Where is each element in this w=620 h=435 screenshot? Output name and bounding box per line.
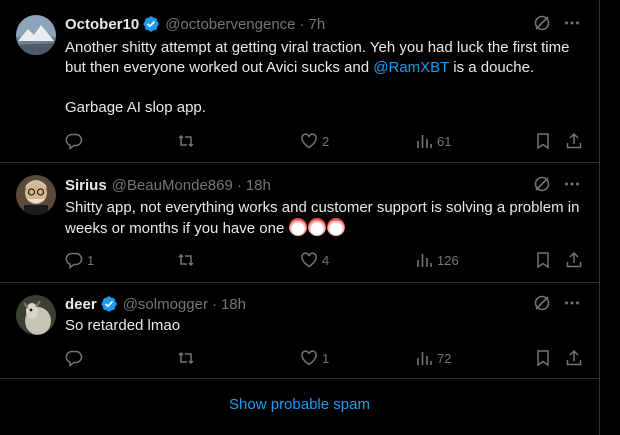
heart-icon: [300, 349, 318, 367]
views-button[interactable]: 126: [415, 250, 459, 270]
views-count: 61: [437, 133, 452, 149]
clown-face-icon: [308, 218, 327, 236]
timeline-column: October10 @octobervengence · 7h Another …: [0, 0, 600, 435]
heart-icon: [300, 132, 318, 150]
tweet[interactable]: Sirius @BeauMonde869 · 18h Shitty app, n…: [0, 162, 599, 283]
display-name[interactable]: deer: [65, 296, 97, 313]
views-chart-icon: [415, 132, 433, 150]
reply-icon: [65, 251, 83, 269]
bookmark-button[interactable]: [534, 348, 552, 368]
share-button[interactable]: [565, 250, 583, 270]
scrollbar[interactable]: [603, 0, 620, 435]
reply-count: 1: [87, 252, 95, 268]
retweet-button[interactable]: [177, 348, 199, 368]
separator-dot: ·: [236, 176, 242, 194]
timestamp[interactable]: 18h: [221, 296, 246, 313]
like-count: 2: [322, 133, 330, 149]
timestamp[interactable]: 7h: [309, 16, 326, 33]
tweet-text: Shitty app, not everything works and cus…: [65, 198, 585, 239]
views-chart-icon: [415, 349, 433, 367]
views-button[interactable]: 61: [415, 131, 451, 151]
tweet-header: October10 @octobervengence · 7h: [65, 14, 325, 34]
grok-icon[interactable]: [533, 175, 551, 198]
verified-badge-icon: [100, 295, 118, 313]
clown-face-icon: [289, 218, 308, 236]
retweet-icon: [177, 132, 195, 150]
share-icon: [565, 132, 583, 150]
mention-link[interactable]: @RamXBT: [373, 59, 449, 76]
tweet-header: Sirius @BeauMonde869 · 18h: [65, 175, 271, 195]
tweet-text-part: is a douche.: [449, 59, 535, 76]
share-icon: [565, 251, 583, 269]
user-handle[interactable]: @BeauMonde869: [112, 177, 233, 194]
reply-button[interactable]: [65, 131, 87, 151]
views-count: 126: [437, 252, 459, 268]
grok-icon[interactable]: [533, 14, 551, 37]
more-options-icon[interactable]: [563, 14, 581, 37]
share-button[interactable]: [565, 131, 583, 151]
grok-icon[interactable]: [533, 294, 551, 317]
timestamp[interactable]: 18h: [246, 177, 271, 194]
avatar[interactable]: [16, 175, 56, 215]
retweet-icon: [177, 349, 195, 367]
like-button[interactable]: 1: [300, 348, 329, 368]
like-count: 4: [322, 252, 330, 268]
bookmark-icon: [534, 132, 552, 150]
tweet-header-actions: [533, 14, 581, 37]
show-probable-spam-link[interactable]: Show probable spam: [0, 389, 599, 421]
separator-dot: ·: [299, 15, 305, 33]
like-button[interactable]: 2: [300, 131, 329, 151]
tweet-text-paragraph: Garbage AI slop app.: [65, 99, 206, 116]
tweet[interactable]: deer @solmogger · 18h So retarded lmao 1…: [0, 282, 599, 379]
avatar[interactable]: [16, 15, 56, 55]
user-handle[interactable]: @solmogger: [123, 296, 208, 313]
tweet-header: deer @solmogger · 18h: [65, 294, 246, 314]
tweet-text-part: So retarded lmao: [65, 317, 181, 334]
bookmark-button[interactable]: [534, 131, 552, 151]
more-options-icon[interactable]: [563, 294, 581, 317]
tweet-actions: 2 61: [65, 131, 585, 151]
display-name[interactable]: Sirius: [65, 177, 107, 194]
separator-dot: ·: [211, 295, 217, 313]
more-options-icon[interactable]: [563, 175, 581, 198]
tweet-text: Another shitty attempt at getting viral …: [65, 38, 585, 118]
views-button[interactable]: 72: [415, 348, 451, 368]
avatar[interactable]: [16, 295, 56, 335]
share-icon: [565, 349, 583, 367]
reply-icon: [65, 349, 83, 367]
views-chart-icon: [415, 251, 433, 269]
reply-button[interactable]: [65, 348, 87, 368]
like-button[interactable]: 4: [300, 250, 329, 270]
retweet-button[interactable]: [177, 131, 199, 151]
heart-icon: [300, 251, 318, 269]
user-handle[interactable]: @octobervengence: [165, 16, 295, 33]
retweet-icon: [177, 251, 195, 269]
tweet-header-actions: [533, 175, 581, 198]
bookmark-icon: [534, 251, 552, 269]
tweet-actions: 1 4 126: [65, 250, 585, 270]
bookmark-button[interactable]: [534, 250, 552, 270]
display-name[interactable]: October10: [65, 16, 139, 33]
clown-face-icon: [327, 218, 346, 236]
tweet-header-actions: [533, 294, 581, 317]
tweet[interactable]: October10 @octobervengence · 7h Another …: [0, 0, 599, 163]
tweet-actions: 1 72: [65, 348, 585, 368]
reply-icon: [65, 132, 83, 150]
reply-button[interactable]: 1: [65, 250, 94, 270]
verified-badge-icon: [142, 15, 160, 33]
bookmark-icon: [534, 349, 552, 367]
views-count: 72: [437, 350, 452, 366]
share-button[interactable]: [565, 348, 583, 368]
retweet-button[interactable]: [177, 250, 199, 270]
like-count: 1: [322, 350, 330, 366]
tweet-text: So retarded lmao: [65, 316, 585, 336]
